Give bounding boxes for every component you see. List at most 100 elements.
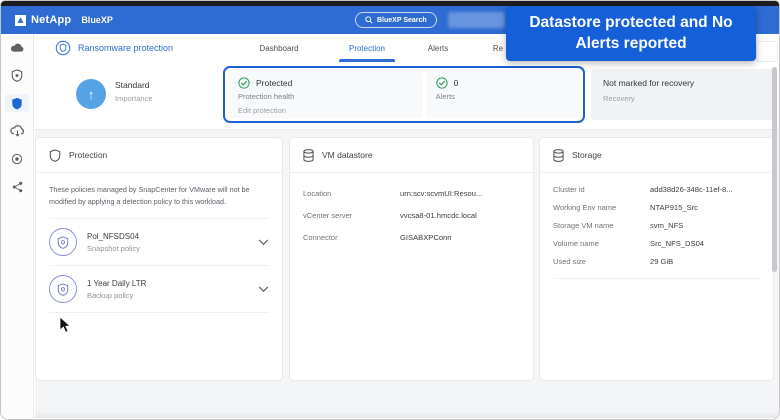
field-value: urn:scv:scvmUI:Resou... [400, 189, 482, 198]
vertical-scrollbar[interactable] [772, 67, 777, 272]
brand-product: BlueXP [81, 15, 113, 25]
shield-protection-icon [11, 97, 23, 110]
redacted-account-info [448, 12, 505, 28]
vm-datastore-card-title: VM datastore [322, 150, 373, 160]
vm-datastore-card: VM datastore Location urn:scv:scvmUI:Res… [289, 137, 534, 381]
field-row: Volume name Src_NFS_DS04 [540, 239, 773, 248]
field-value: Src_NFS_DS04 [650, 239, 704, 248]
search-button[interactable]: BlueXP Search [355, 12, 437, 28]
field-label: Location [303, 189, 400, 198]
alerts-count: 0 [454, 78, 459, 88]
tab-protection[interactable]: Protection [349, 34, 385, 62]
protection-description: These policies managed by SnapCenter for… [49, 184, 269, 207]
policy-name: 1 Year Daily LTR [87, 279, 146, 288]
chevron-down-icon[interactable] [258, 239, 269, 246]
tab-alerts[interactable]: Alerts [428, 34, 448, 62]
brand: NetApp BlueXP [15, 6, 113, 34]
field-value: NTAP915_Src [650, 203, 698, 212]
field-row: Location urn:scv:scvmUI:Resou... [290, 189, 533, 198]
protection-health-panel: Protected Protection health Edit protect… [228, 71, 423, 118]
shield-heart-icon [11, 69, 23, 82]
vm-datastore-card-header: VM datastore [290, 138, 533, 173]
page-title: Ransomware protection [78, 43, 173, 53]
shield-outline-icon [49, 149, 61, 162]
field-value: GISABXPConn [400, 233, 452, 242]
protection-card: Protection These policies managed by Sna… [35, 137, 283, 381]
policy-name: Pol_NFSDS04 [87, 232, 140, 241]
policy-row-backup[interactable]: 1 Year Daily LTR Backup policy [36, 266, 282, 312]
ransomware-protection-icon [55, 40, 71, 56]
sidebar-item-restore[interactable] [5, 122, 29, 140]
field-label: Connector [303, 233, 400, 242]
sidebar-item-share[interactable] [5, 178, 29, 196]
importance-block: Standard Importance [115, 80, 153, 103]
check-circle-icon [436, 77, 448, 89]
protection-health-label: Protection health [238, 92, 413, 101]
alerts-panel: 0 Alerts [426, 71, 580, 118]
recovery-label: Recovery [603, 94, 764, 103]
sidebar [1, 34, 34, 418]
policy-type: Snapshot policy [87, 244, 140, 253]
tab-recovery-partial[interactable]: Re [493, 34, 503, 62]
importance-value: Standard [115, 80, 153, 90]
field-row: Working Env name NTAP915_Src [540, 203, 773, 212]
mouse-cursor [59, 316, 71, 339]
policy-shield-icon [49, 275, 77, 303]
brand-name: NetApp [31, 14, 71, 26]
importance-label: Importance [115, 94, 153, 103]
field-row: Storage VM name svm_NFS [540, 221, 773, 230]
field-label: Cluster id [553, 185, 650, 194]
annotation-callout: Datastore protected and No Alerts report… [506, 6, 756, 61]
database-icon [303, 149, 314, 162]
search-label: BlueXP Search [377, 17, 427, 24]
storage-card-title: Storage [572, 150, 602, 160]
bottom-edge-shadow [35, 411, 779, 418]
field-label: Used size [553, 257, 650, 266]
alerts-label: Alerts [436, 92, 570, 101]
field-value: 29 GiB [650, 257, 673, 266]
edit-protection-link[interactable]: Edit protection [238, 106, 413, 115]
divider [553, 278, 760, 279]
field-value: vvcsa8-01.hmcdc.local [400, 211, 477, 220]
storage-card: Storage Cluster id add38d26-348c-11ef-8.… [539, 137, 774, 381]
field-value: add38d26-348c-11ef-8... [650, 185, 733, 194]
policy-type: Backup policy [87, 291, 146, 300]
field-label: vCenter server [303, 211, 400, 220]
hidden-header-control[interactable] [756, 41, 778, 62]
field-row: vCenter server vvcsa8-01.hmcdc.local [290, 211, 533, 220]
field-label: Working Env name [553, 203, 650, 212]
protection-health-value: Protected [256, 78, 292, 88]
sidebar-item-ransomware-protection[interactable] [5, 94, 29, 112]
policy-text: Pol_NFSDS04 Snapshot policy [87, 232, 140, 253]
sidebar-item-cloud[interactable] [5, 38, 29, 56]
app-window: NetApp BlueXP BlueXP Search Datastore pr… [0, 0, 780, 420]
field-label: Volume name [553, 239, 650, 248]
storage-card-header: Storage [540, 138, 773, 173]
netapp-logo-icon [15, 15, 26, 26]
field-value: svm_NFS [650, 221, 683, 230]
check-circle-icon [238, 77, 250, 89]
divider [49, 312, 269, 313]
importance-avatar: ↑ [76, 79, 106, 109]
field-row: Cluster id add38d26-348c-11ef-8... [540, 185, 773, 194]
policy-shield-icon [49, 228, 77, 256]
callout-text: Datastore protected and No Alerts report… [518, 13, 744, 53]
sidebar-item-settings[interactable] [5, 150, 29, 168]
highlight-box: Protected Protection health Edit protect… [223, 66, 585, 123]
policy-text: 1 Year Daily LTR Backup policy [87, 279, 146, 300]
chevron-down-icon[interactable] [258, 286, 269, 293]
sidebar-item-health[interactable] [5, 66, 29, 84]
protection-card-title: Protection [69, 150, 107, 160]
field-label: Storage VM name [553, 221, 650, 230]
workload-summary-band: ↑ Standard Importance Protected Protecti… [35, 62, 779, 130]
share-icon [12, 181, 23, 193]
up-arrow-icon: ↑ [88, 87, 95, 102]
recovery-panel: Not marked for recovery Recovery [591, 69, 776, 120]
policy-row-snapshot[interactable]: Pol_NFSDS04 Snapshot policy [36, 219, 282, 265]
main-content: Protection These policies managed by Sna… [35, 130, 779, 418]
cloud-restore-icon [10, 125, 25, 137]
tab-dashboard[interactable]: Dashboard [259, 34, 298, 62]
gear-icon [11, 153, 23, 165]
recovery-value: Not marked for recovery [603, 78, 764, 88]
protection-card-header: Protection [36, 138, 282, 173]
